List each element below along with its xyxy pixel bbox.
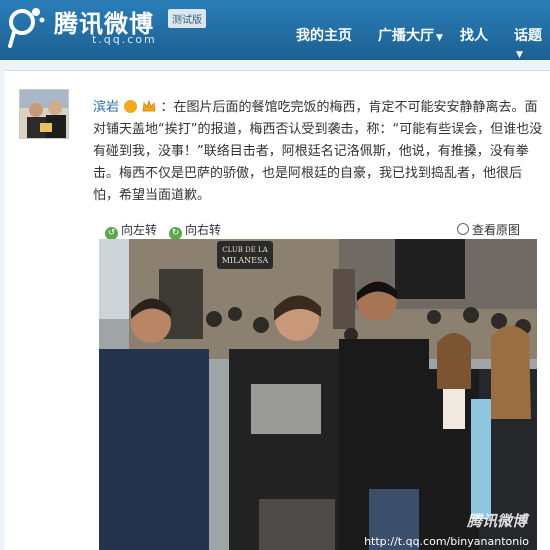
post-author-link[interactable]: 滨岩 <box>93 100 119 115</box>
avatar[interactable] <box>19 89 69 139</box>
vip-crown-icon <box>142 100 156 112</box>
post-photo[interactable]: CLUB DE LA MILANESA 腾讯微博 http://t.qq.com… <box>99 239 537 550</box>
magnifier-icon <box>457 223 469 235</box>
brand-domain: t.qq.com <box>92 33 157 46</box>
nav-my-home[interactable]: 我的主页 <box>296 25 352 45</box>
photo-watermark: 腾讯微博 <box>466 512 527 530</box>
tencent-weibo-logo[interactable] <box>6 4 50 48</box>
post-body: 滨岩 ：在图片后面的餐馆吃完饭的梅西，肯定不可能安安静静离去。面对铺天盖地“挨打… <box>93 97 545 207</box>
svg-text:CLUB DE LA: CLUB DE LA <box>222 246 268 254</box>
svg-text:MILANESA: MILANESA <box>222 256 269 265</box>
rotate-right-button[interactable]: ↻ 向右转 <box>169 221 221 240</box>
chevron-down-icon: ▼ <box>516 50 523 60</box>
beta-badge: 测试版 <box>168 9 206 28</box>
nav-topics[interactable]: 话题▼ <box>514 25 550 60</box>
verified-icon <box>124 100 138 113</box>
feed-panel: 滨岩 ：在图片后面的餐馆吃完饭的梅西，肯定不可能安安静静离去。面对铺天盖地“挨打… <box>5 70 550 550</box>
top-header: 腾讯微博 测试版 t.qq.com 我的主页 广播大厅 ▼ 找人 话题▼ <box>0 0 550 60</box>
rotate-left-button[interactable]: ↺ 向左转 <box>105 221 157 240</box>
chevron-down-icon: ▼ <box>436 33 443 43</box>
nav-broadcast-hall[interactable]: 广播大厅 ▼ <box>378 25 443 45</box>
view-original-button[interactable]: 查看原图 <box>457 221 520 238</box>
photo-watermark-url: http://t.qq.com/binyanantonio <box>364 535 529 548</box>
nav-find-people[interactable]: 找人 <box>460 25 488 45</box>
post-text: ：在图片后面的餐馆吃完饭的梅西，肯定不可能安安静静离去。面对铺天盖地“挨打”的报… <box>93 100 543 203</box>
